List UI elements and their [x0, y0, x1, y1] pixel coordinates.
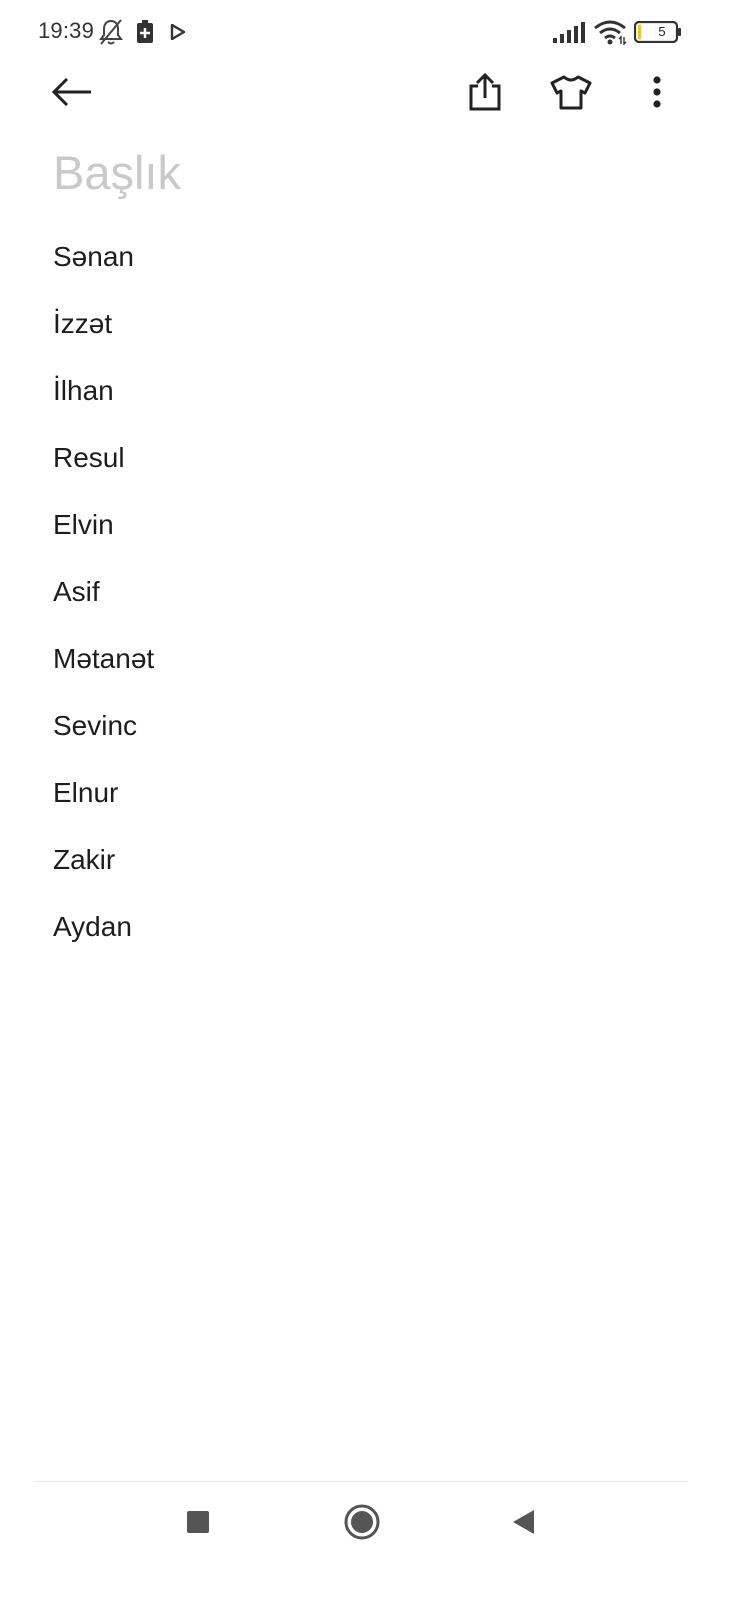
play-store-icon [170, 23, 186, 45]
note-line[interactable]: İzzət [53, 305, 154, 372]
note-line[interactable]: İlhan [53, 372, 154, 439]
theme-button[interactable] [541, 64, 601, 124]
back-nav-button[interactable] [488, 1494, 558, 1554]
more-vert-icon [652, 75, 662, 114]
signal-icon [553, 21, 587, 48]
note-line[interactable]: Elvin [53, 506, 154, 573]
status-bar: 19:39 5 [0, 0, 738, 64]
home-button[interactable] [327, 1494, 397, 1554]
note-line[interactable]: Zakir [53, 841, 154, 908]
note-line[interactable]: Resul [53, 439, 154, 506]
wifi-icon [593, 19, 629, 50]
share-button[interactable] [455, 64, 515, 124]
note-line[interactable]: Elnur [53, 774, 154, 841]
battery-saver-icon [136, 20, 154, 49]
recents-button[interactable] [163, 1494, 233, 1554]
share-icon [468, 72, 502, 116]
note-title-input[interactable]: Başlık [53, 146, 181, 200]
note-line[interactable]: Mətanət [53, 640, 154, 707]
back-triangle-icon [510, 1508, 536, 1541]
note-line[interactable]: Sevinc [53, 707, 154, 774]
back-arrow-icon [51, 77, 93, 112]
note-line[interactable]: Aydan [53, 908, 154, 975]
note-line[interactable]: Asif [53, 573, 154, 640]
back-button[interactable] [42, 64, 102, 124]
home-circle-icon [343, 1503, 381, 1546]
status-time: 19:39 [38, 18, 95, 43]
nav-divider [34, 1481, 688, 1482]
theme-shirt-icon [550, 74, 592, 115]
recents-square-icon [186, 1510, 210, 1539]
more-options-button[interactable] [627, 64, 687, 124]
note-line[interactable]: Sənan [53, 238, 154, 305]
note-body[interactable]: Sənan İzzət İlhan Resul Elvin Asif Mətan… [53, 238, 154, 975]
bell-off-icon [98, 18, 124, 51]
battery-level-text: 5 [658, 24, 666, 39]
